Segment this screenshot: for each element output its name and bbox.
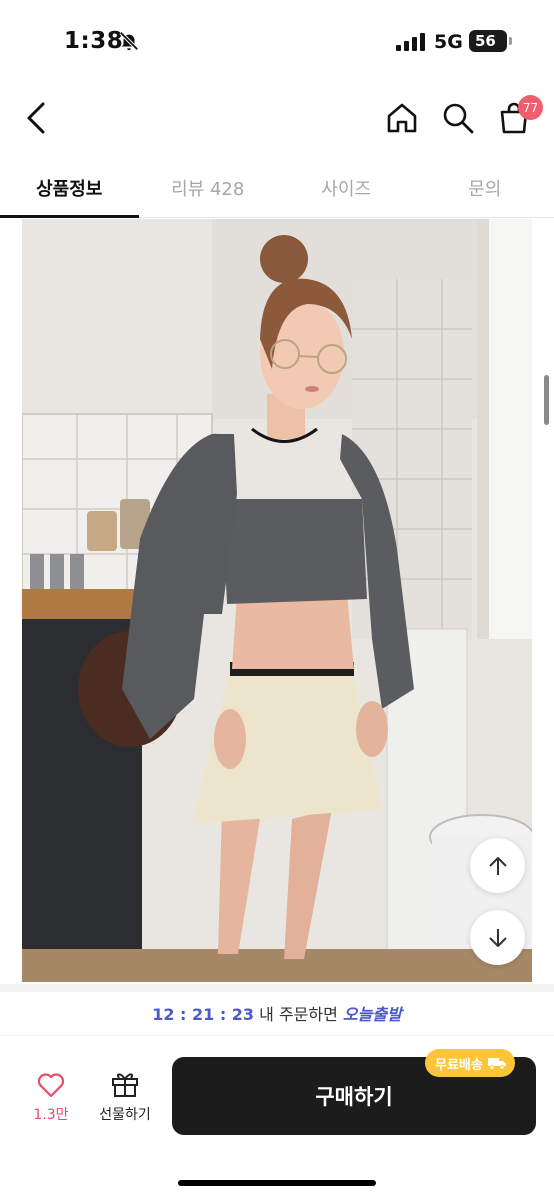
search-icon [443, 103, 474, 134]
app-header [0, 88, 554, 150]
product-photo-illustration [22, 219, 532, 982]
home-icon [387, 103, 417, 133]
cellular-signal-icon [396, 33, 425, 51]
status-time: 1:38 [64, 28, 124, 54]
section-divider [0, 984, 554, 992]
tab-reviews[interactable]: 리뷰 428 [139, 160, 278, 217]
scroll-up-button[interactable] [470, 838, 525, 893]
home-indicator [178, 1180, 376, 1186]
network-type: 5G [434, 31, 463, 53]
tab-size[interactable]: 사이즈 [277, 160, 416, 217]
tab-inquiry[interactable]: 문의 [416, 160, 554, 217]
same-day-shipping-notice: 12 : 21 : 23 내 주문하면 오늘출발 [0, 994, 554, 1036]
battery-tip [509, 37, 512, 45]
arrow-up-icon [488, 856, 507, 875]
search-button[interactable] [438, 98, 478, 138]
truck-icon [487, 1058, 506, 1070]
gift-label: 선물하기 [99, 1107, 151, 1123]
product-tabs: 상품정보 리뷰 428 사이즈 문의 [0, 160, 554, 218]
product-photo [22, 219, 532, 982]
like-button[interactable]: 1.3만 [28, 1072, 74, 1124]
status-bar: 1:38 5G 56 [0, 0, 554, 80]
gift-icon [112, 1073, 138, 1097]
back-button[interactable] [16, 98, 56, 138]
battery-icon: 56 [469, 30, 507, 52]
arrow-down-icon [488, 928, 507, 947]
scrollbar-thumb[interactable] [544, 375, 549, 425]
countdown-text: 내 주문하면 [254, 1005, 343, 1024]
chevron-left-icon [27, 102, 45, 134]
gift-button[interactable]: 선물하기 [90, 1070, 160, 1124]
order-countdown-timer: 12 : 21 : 23 [152, 1005, 255, 1024]
tab-product-info[interactable]: 상품정보 [0, 160, 139, 218]
scroll-down-button[interactable] [470, 910, 525, 965]
like-count: 1.3만 [33, 1107, 69, 1123]
free-shipping-label: 무료배송 [435, 1057, 483, 1073]
heart-icon [37, 1073, 65, 1098]
bell-off-icon [119, 31, 139, 51]
free-shipping-badge: 무료배송 [425, 1049, 515, 1077]
cart-count-badge: 77 [518, 95, 543, 120]
home-button[interactable] [382, 98, 422, 138]
ship-today-label: 오늘출발 [342, 1005, 402, 1024]
